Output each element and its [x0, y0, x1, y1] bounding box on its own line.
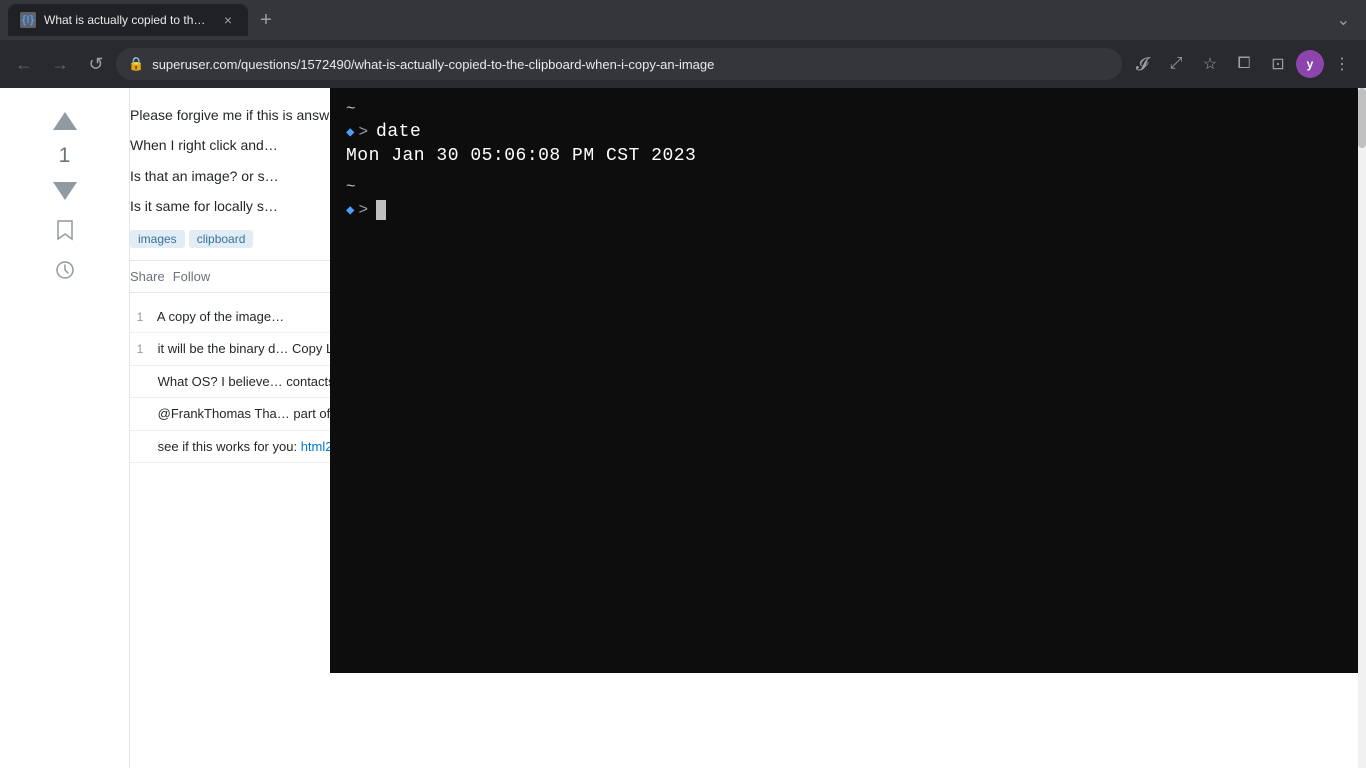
browser-frame: {!} What is actually copied to the c… × … — [0, 0, 1366, 768]
new-tab-button[interactable]: + — [252, 6, 280, 34]
comment-vote-1: 1 — [130, 308, 150, 326]
terminal-arrow-2: > — [358, 201, 368, 219]
bookmark-button[interactable]: ☆ — [1194, 48, 1226, 80]
address-bar: ← → ↺ 🔒 superuser.com/questions/1572490/… — [0, 40, 1366, 88]
terminal-command-line: ◆ > date — [346, 122, 1342, 142]
share-button[interactable]: ⤢ — [1160, 48, 1192, 80]
translate-button[interactable]: 𝓘 — [1126, 48, 1158, 80]
terminal-tilde-1: ~ — [346, 100, 1342, 118]
comment-text-1: A copy of the image… — [157, 309, 284, 324]
scrollbar-thumb — [1358, 88, 1366, 148]
reload-icon: ↺ — [88, 54, 103, 75]
puzzle-icon: ⧠ — [1238, 55, 1251, 73]
comment-vote-2: 1 — [130, 340, 150, 358]
tab-close-button[interactable]: × — [220, 12, 236, 28]
terminal-tilde-2: ~ — [346, 178, 1342, 196]
toolbar-right: 𝓘 ⤢ ☆ ⧠ ⊡ y ⋮ — [1126, 48, 1358, 80]
history-button[interactable] — [47, 252, 83, 288]
share-link[interactable]: Share — [130, 269, 165, 284]
terminal-prompt-icon-2: ◆ — [346, 202, 354, 219]
upvote-button[interactable] — [47, 104, 83, 140]
tag-images[interactable]: images — [130, 230, 185, 248]
tab-right-controls: ⌄ — [1329, 6, 1358, 34]
terminal-command: date — [376, 122, 421, 142]
downvote-button[interactable] — [47, 172, 83, 208]
forward-button[interactable]: → — [44, 48, 76, 80]
bookmark-post-button[interactable] — [47, 212, 83, 248]
layout-button[interactable]: ⊡ — [1262, 48, 1294, 80]
terminal-overlay: ~ ◆ > date Mon Jan 30 05:06:08 PM CST 20… — [330, 88, 1358, 673]
bookmark-icon: ☆ — [1203, 54, 1217, 74]
translate-icon: 𝓘 — [1136, 54, 1148, 75]
extensions-button[interactable]: ⧠ — [1228, 48, 1260, 80]
share-icon: ⤢ — [1170, 55, 1183, 73]
main-content: Please forgive me if this is answered so… — [130, 88, 1358, 768]
back-button[interactable]: ← — [8, 48, 40, 80]
terminal-content: ~ ◆ > date Mon Jan 30 05:06:08 PM CST 20… — [330, 88, 1358, 673]
right-scrollbar[interactable] — [1358, 88, 1366, 768]
vote-count: 1 — [59, 144, 71, 168]
menu-icon: ⋮ — [1334, 54, 1350, 74]
terminal-prompt-line-2: ◆ > — [346, 200, 1342, 220]
menu-button[interactable]: ⋮ — [1326, 48, 1358, 80]
terminal-arrow-1: > — [358, 123, 368, 141]
active-tab[interactable]: {!} What is actually copied to the c… × — [8, 4, 248, 36]
tag-clipboard[interactable]: clipboard — [189, 230, 254, 248]
reload-button[interactable]: ↺ — [80, 48, 112, 80]
terminal-output: Mon Jan 30 05:06:08 PM CST 2023 — [346, 146, 1342, 166]
page-content: 1 — [0, 88, 1366, 768]
tab-bar: {!} What is actually copied to the c… × … — [0, 0, 1366, 40]
layout-icon: ⊡ — [1271, 54, 1284, 74]
comment-text-5a: see if this works for you: — [158, 439, 301, 454]
back-icon: ← — [15, 54, 33, 75]
follow-link[interactable]: Follow — [173, 269, 211, 284]
tab-favicon: {!} — [20, 12, 36, 28]
tab-title: What is actually copied to the c… — [44, 13, 212, 27]
lock-icon: 🔒 — [128, 56, 144, 72]
terminal-prompt-icon-1: ◆ — [346, 124, 354, 141]
terminal-cursor — [376, 200, 386, 220]
forward-icon: → — [51, 54, 69, 75]
question-sidebar: 1 — [0, 88, 130, 768]
tab-list-chevron-icon[interactable]: ⌄ — [1329, 6, 1358, 34]
url-text: superuser.com/questions/1572490/what-is-… — [152, 57, 1110, 72]
vote-controls: 1 — [0, 96, 129, 296]
url-bar[interactable]: 🔒 superuser.com/questions/1572490/what-i… — [116, 48, 1122, 80]
profile-button[interactable]: y — [1296, 50, 1324, 78]
